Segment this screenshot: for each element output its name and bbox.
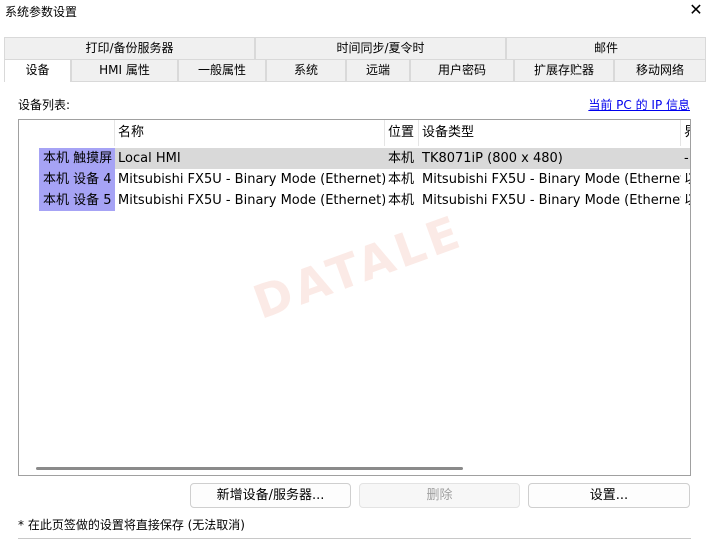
- header-name[interactable]: 名称: [115, 120, 385, 146]
- table-row[interactable]: 本机 设备 4 Mitsubishi FX5U - Binary Mode (E…: [19, 169, 690, 190]
- row-name: Mitsubishi FX5U - Binary Mode (Ethernet): [118, 172, 385, 187]
- row-name: Local HMI: [115, 148, 385, 169]
- row-extra: 以: [681, 169, 690, 190]
- scrollbar-thumb[interactable]: [36, 467, 463, 470]
- tab-user-password[interactable]: 用户密码: [410, 59, 514, 81]
- header-device-type[interactable]: 设备类型: [419, 120, 681, 146]
- settings-button[interactable]: 设置...: [528, 483, 690, 508]
- tab-time-sync[interactable]: 时间同步/夏令时: [255, 37, 506, 59]
- row-device-type: Mitsubishi FX5U - Binary Mode (Ethernet): [422, 172, 681, 187]
- tab-print-backup-server[interactable]: 打印/备份服务器: [4, 37, 255, 59]
- window-title: 系统参数设置: [5, 5, 78, 19]
- row-extra: -: [681, 148, 690, 169]
- watermark: DATALE: [246, 204, 471, 330]
- close-icon[interactable]: ✕: [688, 0, 704, 20]
- header-location[interactable]: 位置: [385, 120, 419, 146]
- table-row[interactable]: 本机 触摸屏 Local HMI 本机 TK8071iP (800 x 480)…: [19, 148, 690, 169]
- row-tag: 本机 设备 5: [39, 190, 115, 211]
- tab-device[interactable]: 设备: [4, 59, 71, 82]
- device-list-header: 名称 位置 设备类型 界: [19, 120, 690, 147]
- row-location: 本机: [385, 148, 419, 169]
- row-location: 本机: [388, 172, 415, 187]
- tab-mobile-network[interactable]: 移动网络: [614, 59, 706, 81]
- row-location: 本机: [388, 193, 415, 208]
- device-list[interactable]: 名称 位置 设备类型 界 本机 触摸屏 Local HMI 本机 TK8071i…: [18, 119, 691, 476]
- table-row[interactable]: 本机 设备 5 Mitsubishi FX5U - Binary Mode (E…: [19, 190, 690, 211]
- autosave-note: * 在此页签做的设置将直接保存 (无法取消): [18, 518, 245, 532]
- tab-extended-memory[interactable]: 扩展存贮器: [514, 59, 614, 81]
- tab-system[interactable]: 系统: [266, 59, 346, 81]
- row-tag: 本机 设备 4: [39, 169, 115, 190]
- delete-button[interactable]: 删除: [359, 483, 520, 508]
- tab-remote[interactable]: 远端: [346, 59, 410, 81]
- row-device-type: TK8071iP (800 x 480): [419, 148, 681, 169]
- row-tag: 本机 触摸屏: [39, 148, 115, 169]
- row-name: Mitsubishi FX5U - Binary Mode (Ethernet)…: [118, 193, 385, 208]
- device-list-label: 设备列表:: [18, 98, 71, 112]
- pc-ip-info-link[interactable]: 当前 PC 的 IP 信息: [588, 96, 690, 113]
- horizontal-scrollbar[interactable]: [19, 461, 690, 475]
- header-extra[interactable]: 界: [681, 120, 690, 146]
- tab-general-properties[interactable]: 一般属性: [178, 59, 266, 81]
- divider: [18, 538, 691, 539]
- row-extra: 以: [681, 190, 690, 211]
- add-device-button[interactable]: 新增设备/服务器...: [190, 483, 351, 508]
- header-blank: [19, 120, 115, 146]
- tab-email[interactable]: 邮件: [506, 37, 706, 59]
- tab-hmi-properties[interactable]: HMI 属性: [71, 59, 178, 81]
- row-device-type: Mitsubishi FX5U - Binary Mode (Ethernet): [422, 193, 681, 208]
- title-bar: 系统参数设置 ✕: [0, 0, 710, 22]
